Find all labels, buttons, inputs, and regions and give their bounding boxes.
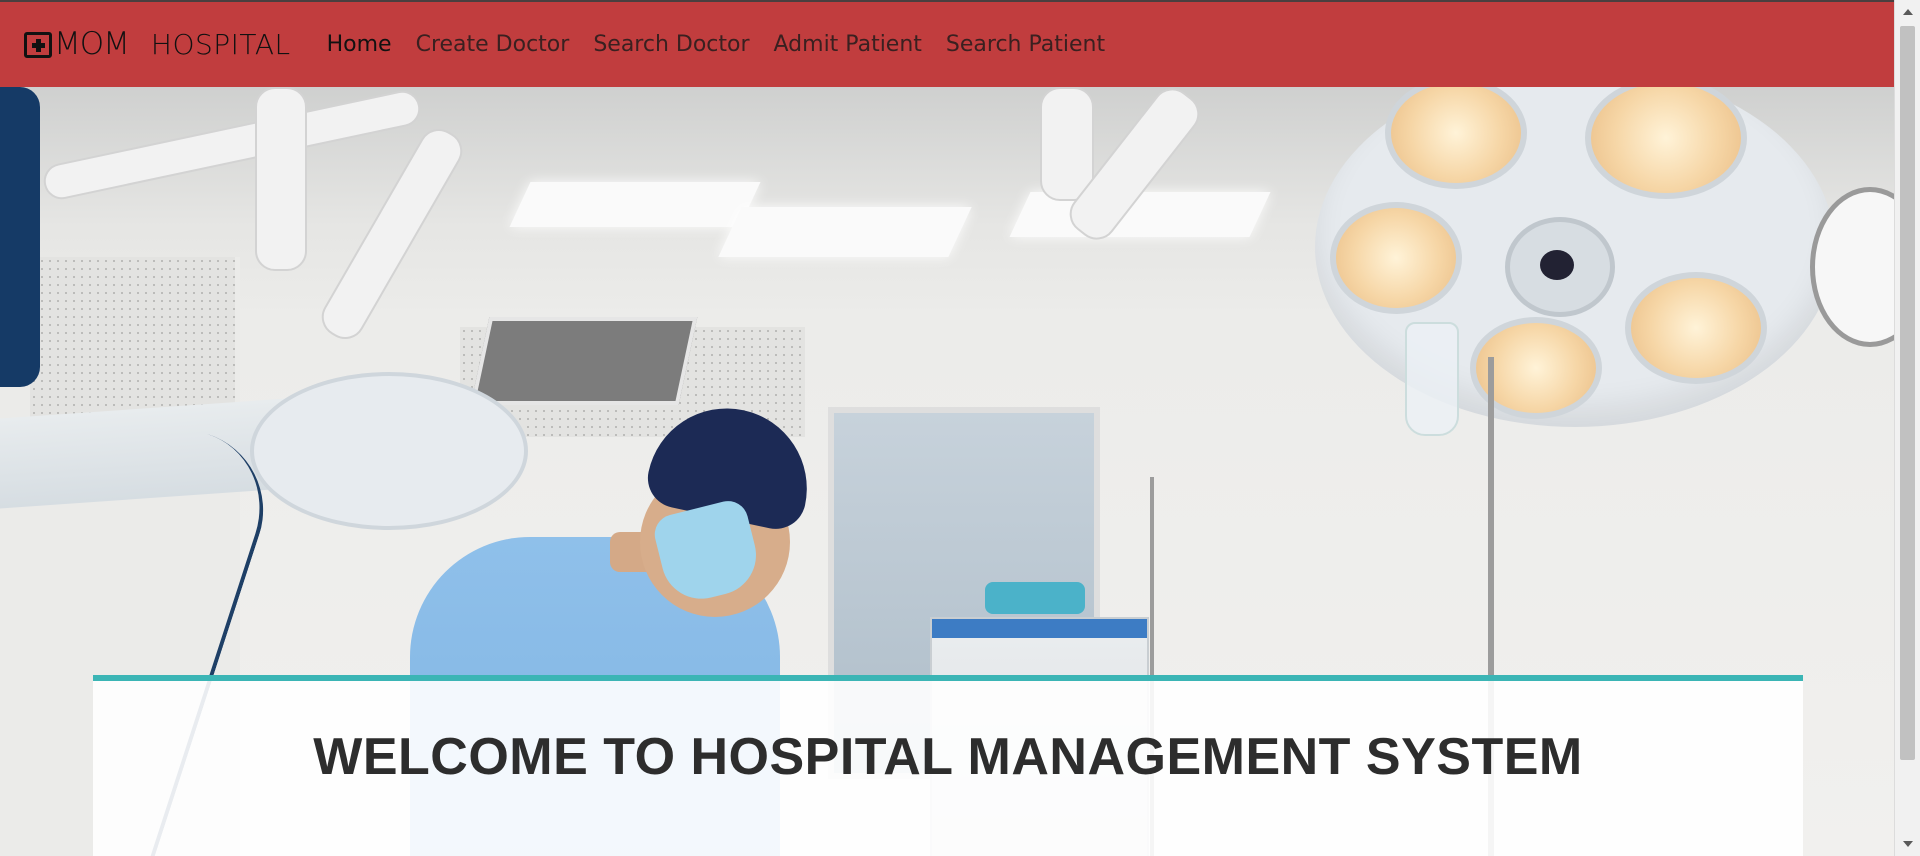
nav-admit-patient[interactable]: Admit Patient [774, 32, 922, 57]
logo: MOM [24, 26, 130, 62]
page: MOM HOSPITAL Home Create Doctor Search D… [0, 0, 1894, 856]
nav-home[interactable]: Home [327, 32, 392, 57]
infusion-pump [985, 582, 1085, 614]
ceiling-light [718, 207, 972, 257]
brand-name: HOSPITAL [150, 28, 291, 61]
ceiling-light [509, 182, 761, 227]
lamp-arm [255, 87, 307, 271]
brand[interactable]: MOM HOSPITAL [24, 28, 291, 61]
medical-cross-icon [24, 31, 52, 58]
lamp-arm [1040, 87, 1094, 201]
nav-search-doctor[interactable]: Search Doctor [593, 32, 749, 57]
ceiling-light [1009, 192, 1271, 237]
scroll-down-arrow-icon[interactable] [1903, 841, 1913, 847]
browser-viewport: MOM HOSPITAL Home Create Doctor Search D… [0, 0, 1920, 856]
surgical-lamp-small [250, 372, 528, 530]
scroll-thumb[interactable] [1900, 26, 1915, 760]
welcome-card: WELCOME TO HOSPITAL MANAGEMENT SYSTEM [93, 675, 1803, 856]
nav-search-patient[interactable]: Search Patient [946, 32, 1105, 57]
nav-links: Home Create Doctor Search Doctor Admit P… [327, 32, 1106, 57]
iv-bag [1405, 322, 1459, 436]
welcome-title: WELCOME TO HOSPITAL MANAGEMENT SYSTEM [313, 728, 1583, 786]
vertical-scrollbar[interactable] [1894, 0, 1920, 856]
scroll-up-arrow-icon[interactable] [1903, 9, 1913, 15]
perforated-panel [30, 257, 235, 427]
surgical-lamp-large [1315, 87, 1835, 427]
top-navbar: MOM HOSPITAL Home Create Doctor Search D… [0, 0, 1894, 87]
monitor [470, 317, 698, 405]
logo-text: MOM [54, 26, 130, 62]
blue-equipment [0, 87, 40, 387]
nav-create-doctor[interactable]: Create Doctor [416, 32, 570, 57]
